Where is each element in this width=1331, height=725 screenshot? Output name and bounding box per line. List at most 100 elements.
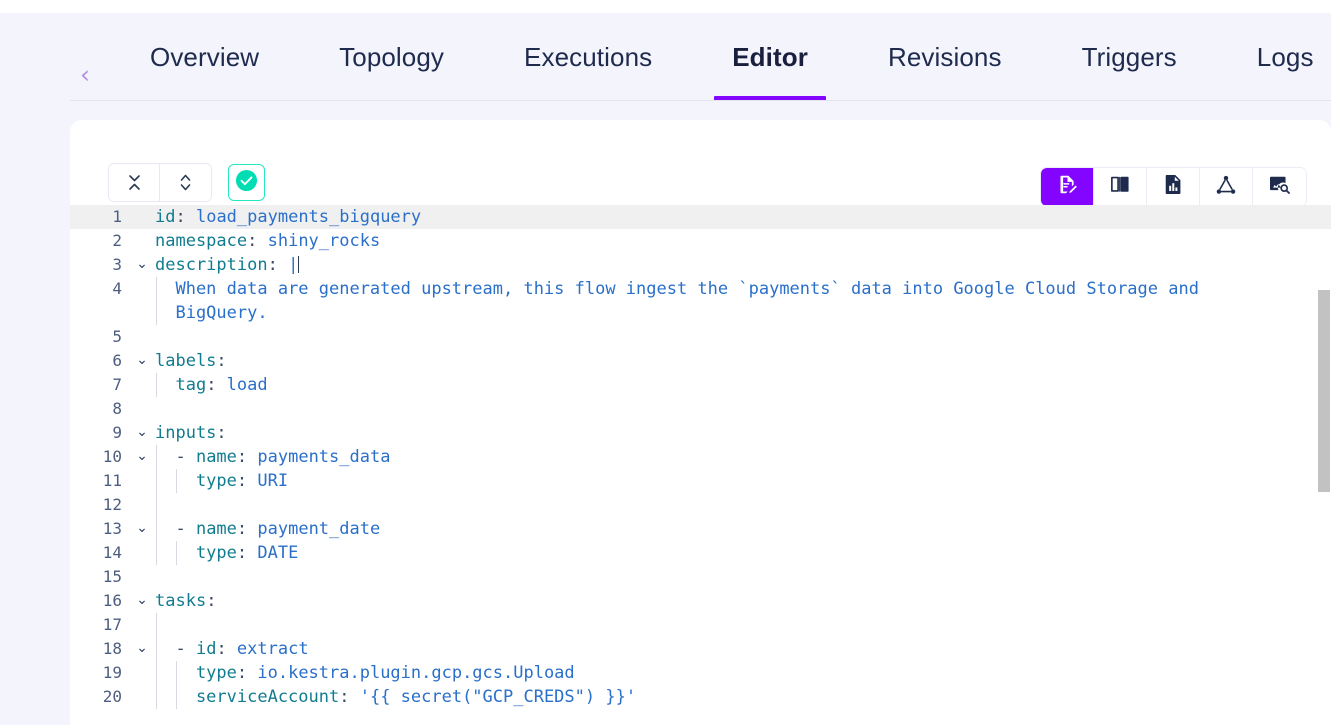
collapse-all-button[interactable]	[109, 164, 160, 201]
tab-label: Executions	[524, 41, 653, 72]
code-token: shiny_rocks	[267, 231, 381, 251]
preview-button[interactable]	[1253, 168, 1306, 206]
line-number: 5	[112, 327, 122, 346]
source-editor-button[interactable]	[1041, 168, 1094, 206]
tab-list: Overview Topology Executions Editor Revision…	[110, 13, 1331, 101]
tab-revisions[interactable]: Revisions	[848, 13, 1042, 101]
fold-button-group	[108, 163, 212, 202]
tab-label: Logs	[1256, 41, 1314, 72]
code-line[interactable]: 16 ⌄ tasks:	[70, 589, 1331, 613]
code-line[interactable]: 1 id: load_payments_bigquery	[70, 205, 1331, 229]
code-token: :	[216, 423, 227, 443]
line-number: 15	[102, 567, 122, 586]
code-line[interactable]: 13 ⌄ - name: payment_date	[70, 517, 1331, 541]
code-line[interactable]: 8	[70, 397, 1331, 421]
fold-chevron-down-icon[interactable]: ⌄	[132, 253, 152, 277]
tab-label: Revisions	[887, 41, 1002, 72]
code-line[interactable]: 4 When data are generated upstream, this…	[70, 277, 1331, 325]
tab-executions[interactable]: Executions	[484, 13, 692, 101]
code-token: description	[155, 255, 268, 275]
line-number: 4	[112, 279, 122, 298]
line-number: 18	[102, 639, 122, 658]
code-line[interactable]: 9 ⌄ inputs:	[70, 421, 1331, 445]
code-line-text: labels:	[155, 349, 227, 373]
topology-icon	[1215, 175, 1237, 200]
code-line[interactable]: 15	[70, 565, 1331, 589]
code-editor[interactable]: 1 id: load_payments_bigquery 2 namespace: s…	[70, 205, 1331, 725]
code-token: URI	[257, 471, 289, 491]
source-editor-icon	[1057, 174, 1078, 200]
code-line-text: description: |	[155, 253, 300, 277]
code-token: name	[195, 447, 237, 467]
topology-button[interactable]	[1200, 168, 1253, 206]
blueprints-button[interactable]	[1147, 168, 1200, 206]
code-token: type	[155, 663, 237, 683]
code-line[interactable]: 10 ⌄ - name: payments_data	[70, 445, 1331, 469]
fold-chevron-down-icon[interactable]: ⌄	[132, 517, 152, 541]
code-line[interactable]: 20 serviceAccount: '{{ secret("GCP_CREDS…	[70, 685, 1331, 709]
code-token: type	[155, 543, 237, 563]
code-line[interactable]: 2 namespace: shiny_rocks	[70, 229, 1331, 253]
code-line[interactable]: 17	[70, 613, 1331, 637]
code-token: :	[267, 255, 289, 275]
code-line[interactable]: 18 ⌄ - id: extract	[70, 637, 1331, 661]
tab-overview[interactable]: Overview	[110, 13, 299, 101]
code-lines[interactable]: 1 id: load_payments_bigquery 2 namespace: s…	[70, 205, 1331, 725]
code-token: type	[155, 471, 237, 491]
editor-scrollbar-thumb[interactable]	[1318, 290, 1330, 492]
tab-bar-divider	[70, 100, 1331, 101]
code-token: |	[288, 255, 299, 275]
code-token: When data are generated upstream, this f…	[155, 279, 1199, 299]
preview-icon	[1269, 175, 1290, 199]
code-line[interactable]: 14 type: DATE	[70, 541, 1331, 565]
line-number: 11	[102, 471, 122, 490]
expand-all-button[interactable]	[160, 164, 211, 201]
text-cursor	[298, 256, 300, 273]
fold-chevron-down-icon[interactable]: ⌄	[132, 637, 152, 661]
flow-editor-page: ‹ Overview Topology Executions Editor Revisi…	[0, 0, 1331, 725]
code-line[interactable]: 5	[70, 325, 1331, 349]
code-line[interactable]: 19 type: io.kestra.plugin.gcp.gcs.Upload	[70, 661, 1331, 685]
code-token: :	[206, 375, 227, 395]
code-line-text: serviceAccount: '{{ secret("GCP_CREDS") …	[155, 685, 636, 709]
line-number: 6	[112, 351, 122, 370]
code-line[interactable]: 11 type: URI	[70, 469, 1331, 493]
validate-flow-button[interactable]	[228, 164, 265, 201]
code-line[interactable]: 12	[70, 493, 1331, 517]
code-line[interactable]: 3 ⌄ description: |	[70, 253, 1331, 277]
code-token: :	[236, 663, 258, 683]
code-token: tasks	[155, 591, 207, 611]
chevron-left-icon[interactable]: ‹	[72, 59, 98, 89]
code-token: load_payments_bigquery	[195, 207, 422, 227]
code-line-text: tag: load	[155, 373, 267, 397]
fold-chevron-down-icon[interactable]: ⌄	[132, 445, 152, 469]
code-line-text: tasks:	[155, 589, 216, 613]
code-token: :	[206, 591, 217, 611]
code-token: inputs	[155, 423, 217, 443]
editor-scrollbar-track[interactable]	[1317, 290, 1331, 725]
code-token: labels	[155, 351, 217, 371]
tab-logs[interactable]: Logs	[1217, 13, 1331, 101]
blueprints-icon	[1164, 174, 1183, 200]
fold-chevron-down-icon[interactable]: ⌄	[132, 349, 152, 373]
fold-chevron-down-icon[interactable]: ⌄	[132, 589, 152, 613]
code-token: :	[236, 471, 258, 491]
tab-triggers[interactable]: Triggers	[1042, 13, 1217, 101]
code-token: :	[339, 687, 360, 707]
code-token: :	[236, 543, 258, 563]
code-token: payment_date	[257, 519, 381, 539]
code-token: extract	[236, 639, 309, 659]
fold-chevron-down-icon[interactable]: ⌄	[132, 421, 152, 445]
tab-editor[interactable]: Editor	[692, 13, 848, 101]
code-line-text: type: io.kestra.plugin.gcp.gcs.Upload	[155, 661, 575, 685]
view-mode-button-group	[1040, 167, 1307, 207]
tab-topology[interactable]: Topology	[299, 13, 484, 101]
code-line[interactable]: 6 ⌄ labels:	[70, 349, 1331, 373]
documentation-button[interactable]	[1094, 168, 1147, 206]
code-token: payments_data	[257, 447, 391, 467]
code-token: :	[216, 351, 227, 371]
code-line[interactable]: 7 tag: load	[70, 373, 1331, 397]
line-number: 3	[112, 255, 122, 274]
code-token: name	[195, 519, 237, 539]
code-line-text: - id: extract	[155, 637, 309, 661]
